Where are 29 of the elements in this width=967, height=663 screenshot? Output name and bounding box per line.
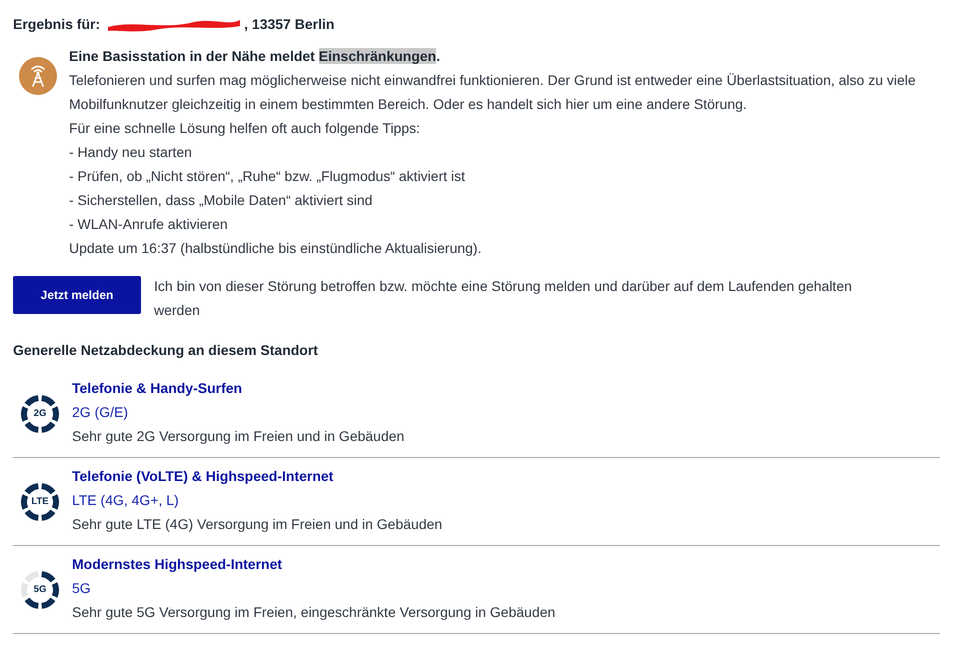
technology-label: 5G	[72, 579, 92, 598]
notice-text: - Prüfen, ob „Nicht stören“, „Ruhe“ bzw. „Flugmodus“ aktiviert ist	[69, 167, 466, 186]
notice-text: - Handy neu starten	[69, 143, 193, 162]
coverage-ring-icon	[20, 482, 60, 522]
service-title: Telefonie (VoLTE) & Highspeed-Internet	[72, 467, 334, 486]
network-label: LTE	[30, 495, 50, 509]
service-title: Modernstes Highspeed-Internet	[72, 555, 284, 574]
notice-text: Für eine schnelle Lösung helfen oft auch folgende Tipps:	[69, 119, 422, 138]
coverage-ring-icon	[20, 394, 60, 434]
address-text: , 13357 Berlin	[244, 16, 334, 32]
technology-label: LTE (4G, 4G+, L)	[72, 491, 180, 510]
report-button[interactable]: Jetzt melden	[13, 276, 141, 314]
network-label: 5G	[32, 583, 48, 597]
section-title: Generelle Netzabdeckung an diesem Standort	[13, 342, 319, 358]
notice-text: Update um 16:37 (halbstündliche bis einstündliche Aktualisierung).	[69, 239, 482, 258]
technology-label: 2G (G/E)	[72, 403, 130, 422]
antenna-icon	[19, 57, 57, 95]
service-title: Telefonie & Handy-Surfen	[72, 379, 244, 398]
notice-heading: Eine Basisstation in der Nähe meldet Einschränkungen.	[69, 47, 442, 66]
notice-text: - WLAN-Anrufe aktivieren	[69, 215, 229, 234]
coverage-description: Sehr gute 2G Versorgung im Freien und in Gebäuden	[72, 427, 404, 446]
report-description: Ich bin von dieser Störung betroffen bzw. möchte eine Störung melden und darüber auf dem Laufenden gehalten werden	[154, 277, 853, 320]
coverage-description: Sehr gute LTE (4G) Versorgung im Freien und in Gebäuden	[72, 515, 442, 534]
notice-text: - Sicherstellen, dass „Mobile Daten“ aktiviert sind	[69, 191, 374, 210]
coverage-ring-icon	[20, 570, 60, 610]
notice-text: Telefonieren und surfen mag möglicherweise nicht einwandfrei funktionieren. Der Grund ist entweder eine Überlastsituation, also zu viele Mobilfunknutzer gleichzeitig in einem bestimmten Bereich. Oder es handelt sich hier um eine andere Störung.	[69, 71, 917, 114]
coverage-description: Sehr gute 5G Versorgung im Freien, eingeschränkte Versorgung in Gebäuden	[72, 603, 556, 622]
network-label: 2G	[32, 407, 48, 421]
result-label: Ergebnis für:	[13, 16, 100, 32]
